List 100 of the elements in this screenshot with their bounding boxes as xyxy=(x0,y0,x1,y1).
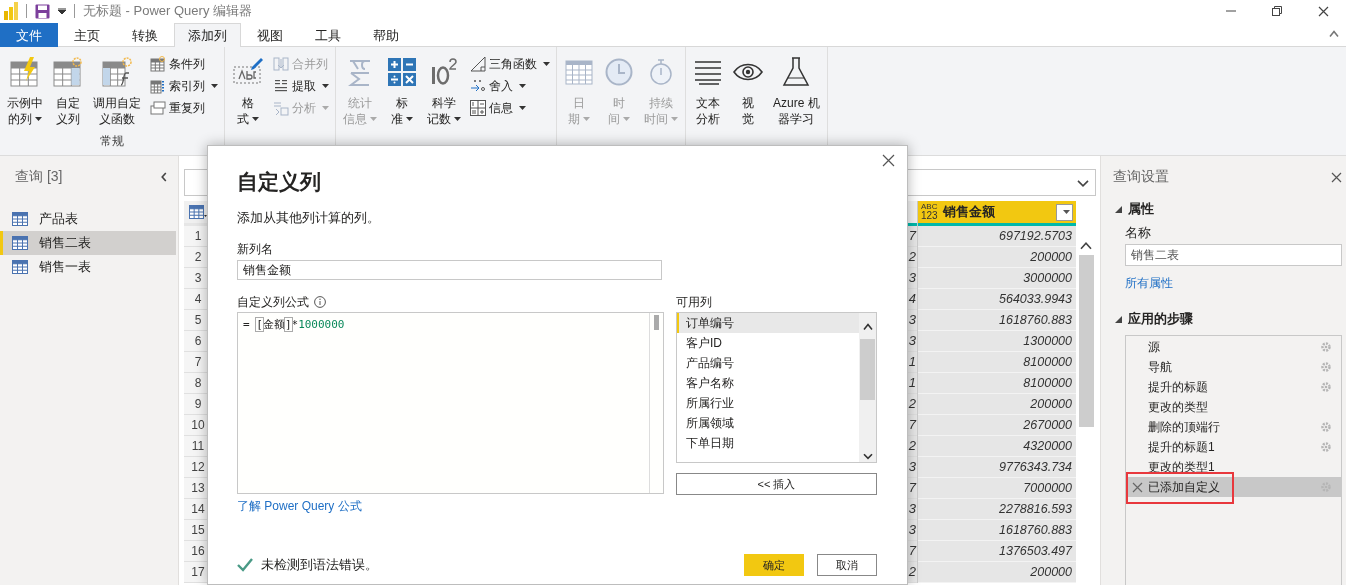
name-field[interactable]: 销售二表 xyxy=(1125,244,1342,266)
ribbon-button[interactable]: 科学 记数 xyxy=(424,53,464,133)
ribbon-button[interactable]: 舍入 xyxy=(468,76,552,96)
type-label: ABC 123 xyxy=(921,203,938,221)
table-cell: 9776343.734 xyxy=(918,457,1076,478)
column-list-item[interactable]: 所属领域 xyxy=(677,413,859,433)
formula-editor[interactable]: = [金额]*1000000 xyxy=(237,312,664,494)
calendar-icon xyxy=(565,58,593,86)
scrollbar[interactable] xyxy=(859,313,876,462)
table-cell: 200000 xyxy=(918,394,1076,415)
applied-step[interactable]: 导航 xyxy=(1126,357,1341,377)
ribbon-button[interactable]: Azure 机 器学习 xyxy=(770,53,823,133)
table-cell: 200000 xyxy=(918,247,1076,268)
applied-step[interactable]: 更改的类型1 xyxy=(1126,457,1341,477)
all-properties-link[interactable]: 所有属性 xyxy=(1125,275,1173,292)
column-list-item[interactable]: 客户名称 xyxy=(677,373,859,393)
table-cell: 3000000 xyxy=(918,268,1076,289)
column-list-item[interactable]: 产品编号 xyxy=(677,353,859,373)
table-cell-text: 3 xyxy=(908,458,916,476)
applied-step[interactable]: 提升的标题1 xyxy=(1126,437,1341,457)
ribbon-button[interactable]: 索引列 xyxy=(148,76,220,96)
ribbon-tab[interactable]: 添加列 xyxy=(174,23,241,47)
column-list-item[interactable]: 所属行业 xyxy=(677,393,859,413)
ribbon-tab[interactable]: 主页 xyxy=(58,23,116,47)
column-list-item[interactable]: 下单日期 xyxy=(677,433,859,453)
dialog-title: 自定义列 xyxy=(237,169,321,195)
clock-icon xyxy=(605,58,633,86)
table-cell: 1618760.883 xyxy=(918,310,1076,331)
table-lightning-icon xyxy=(10,57,40,87)
ribbon-tab[interactable]: 帮助 xyxy=(357,23,415,47)
restore-icon xyxy=(1272,5,1282,16)
applied-step[interactable]: 源 xyxy=(1126,337,1341,357)
query-item[interactable]: 销售一表 xyxy=(0,255,176,279)
ribbon-button[interactable]: 重复列 xyxy=(148,98,220,118)
ok-button[interactable]: 确定 xyxy=(744,554,804,576)
validation-message: 未检测到语法错误。 xyxy=(261,556,378,574)
applied-step[interactable]: 更改的类型 xyxy=(1126,397,1341,417)
text-lines-icon xyxy=(694,58,722,86)
parse-icon xyxy=(273,100,289,116)
column-header[interactable] xyxy=(907,201,917,226)
expanded-triangle-icon xyxy=(1115,315,1122,323)
field-label: 名称 xyxy=(1125,224,1152,242)
window-title: 无标题 - Power Query 编辑器 xyxy=(83,2,253,20)
filter-button[interactable] xyxy=(1056,203,1073,221)
table-cell-text: 2 xyxy=(908,248,916,266)
section-heading: 属性 xyxy=(1128,200,1154,218)
table-cell-text: 7 xyxy=(908,227,916,245)
available-columns-list[interactable]: 订单编号 客户ID 产品编号 客户名称 所属行业 所属领域 下单日期 xyxy=(676,312,877,463)
table-cell: 200000 xyxy=(918,562,1076,583)
query-item[interactable]: 销售二表 xyxy=(0,231,176,255)
rounding-icon xyxy=(470,78,486,94)
info-grid-icon xyxy=(470,100,486,116)
ribbon-tab[interactable]: 工具 xyxy=(299,23,357,47)
scroll-up-icon xyxy=(861,321,874,333)
query-item[interactable]: 产品表 xyxy=(0,207,176,231)
column-list-item[interactable]: 客户ID xyxy=(677,333,859,353)
cancel-button[interactable]: 取消 xyxy=(817,554,877,576)
applied-step[interactable]: 删除的顶端行 xyxy=(1126,417,1341,437)
ribbon-button[interactable]: 自定 义列 xyxy=(50,53,86,133)
expanded-triangle-icon xyxy=(1115,205,1122,213)
dialog-description: 添加从其他列计算的列。 xyxy=(237,209,381,227)
ribbon-tab[interactable]: 转换 xyxy=(116,23,174,47)
table-cell: 4320000 xyxy=(918,436,1076,457)
ribbon-button[interactable]: 文本 分析 xyxy=(690,53,726,133)
ribbon-tab[interactable]: 文件 xyxy=(0,23,58,47)
table-cell-text: 1 xyxy=(908,374,916,392)
table-cell-text: 7 xyxy=(908,479,916,497)
table-cell-text: 1 xyxy=(908,353,916,371)
text-pen-icon xyxy=(232,57,264,87)
merge-columns-icon xyxy=(273,56,289,72)
applied-step[interactable]: 提升的标题 xyxy=(1126,377,1341,397)
insert-button[interactable]: << 插入 xyxy=(676,473,877,495)
formula-text: = [金额]*1000000 xyxy=(243,318,345,331)
column-name-field[interactable]: 销售金额 xyxy=(237,260,662,280)
table-cell: 1618760.883 xyxy=(918,520,1076,541)
group-label: 常规 xyxy=(99,133,125,150)
ribbon-tab[interactable]: 视图 xyxy=(241,23,299,47)
text-number-icon xyxy=(273,78,289,94)
table-cell-text: 7 xyxy=(908,542,916,560)
ribbon-button[interactable]: 示例中 的列 xyxy=(4,53,46,133)
close-icon xyxy=(882,154,895,167)
field-label: 自定义列公式 xyxy=(237,293,309,311)
table-cell: 697192.5703 xyxy=(918,226,1076,247)
calculator-icon xyxy=(388,58,416,86)
help-link[interactable]: 了解 Power Query 公式 xyxy=(237,498,362,515)
flask-icon xyxy=(782,57,811,87)
applied-step[interactable]: 已添加自定义 xyxy=(1126,477,1341,497)
ribbon-button[interactable]: 视 觉 xyxy=(730,53,766,133)
close-icon xyxy=(1331,171,1342,183)
ribbon-button[interactable]: 提取 xyxy=(271,76,331,96)
ribbon-button[interactable]: 调用自定 义函数 xyxy=(90,53,144,133)
ribbon-button[interactable]: 标 准 xyxy=(384,53,420,133)
ribbon-button[interactable]: 信息 xyxy=(468,98,552,118)
app-logo-icon xyxy=(4,2,18,20)
ribbon-button[interactable]: 三角函数 xyxy=(468,54,552,74)
ribbon-button[interactable]: 格 式 xyxy=(229,53,267,133)
ribbon-button[interactable]: 条件列 xyxy=(148,54,220,74)
table-cell-text: 3 xyxy=(908,311,916,329)
column-list-item[interactable]: 订单编号 xyxy=(677,313,859,333)
panel-title: 查询设置 xyxy=(1113,168,1169,186)
